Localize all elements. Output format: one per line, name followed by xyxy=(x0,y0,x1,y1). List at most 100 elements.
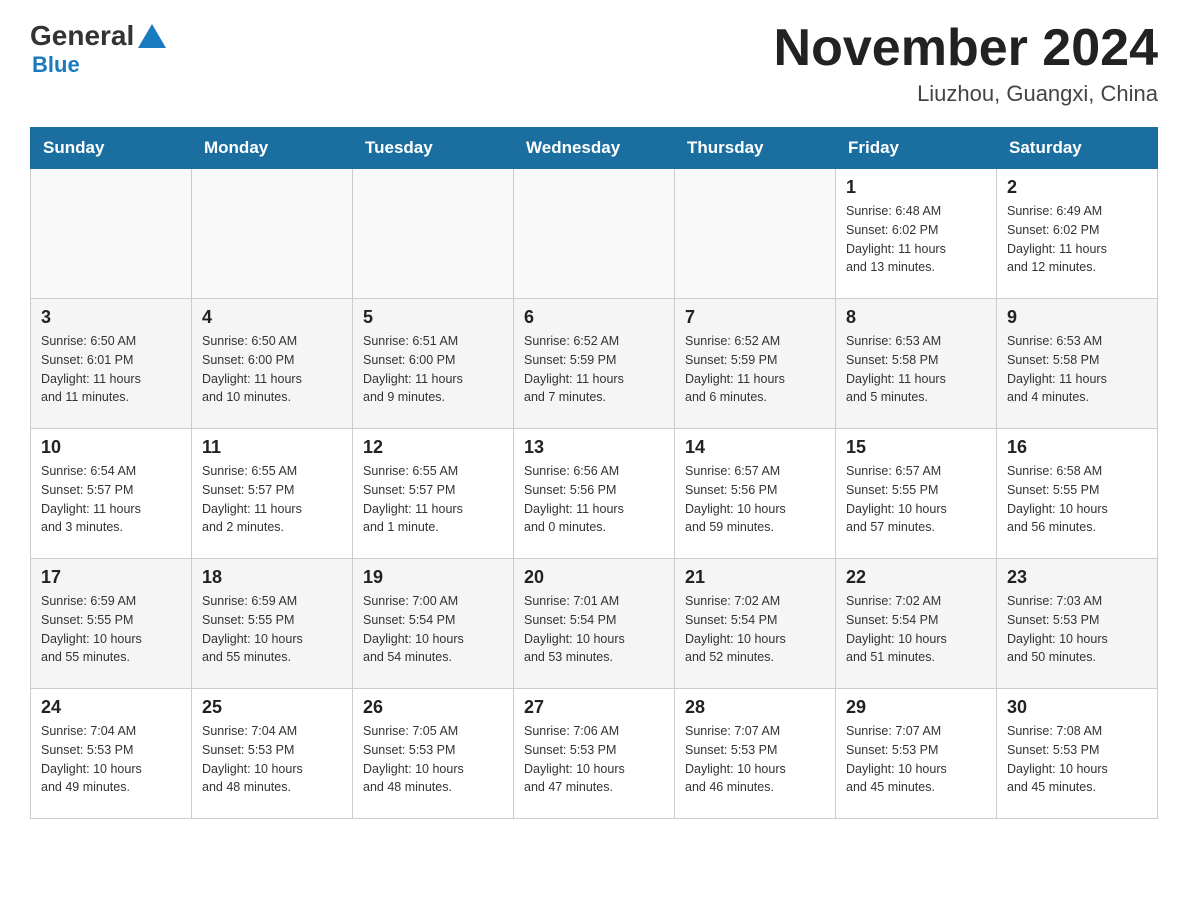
title-block: November 2024 Liuzhou, Guangxi, China xyxy=(774,20,1158,107)
calendar-cell: 8 Sunrise: 6:53 AM Sunset: 5:58 PM Daylig… xyxy=(836,299,997,429)
day-info: Sunrise: 7:03 AM Sunset: 5:53 PM Dayligh… xyxy=(1007,592,1147,667)
calendar-cell: 6Sunrise: 6:52 AM Sunset: 5:59 PM Daylig… xyxy=(514,299,675,429)
calendar-cell: 19 Sunrise: 7:00 AM Sunset: 5:54 PM Dayli… xyxy=(353,559,514,689)
day-number: 26 xyxy=(363,697,503,718)
location-title: Liuzhou, Guangxi, China xyxy=(774,81,1158,107)
calendar-cell: 18 Sunrise: 6:59 AM Sunset: 5:55 PM Dayli… xyxy=(192,559,353,689)
day-number: 20 xyxy=(524,567,664,588)
calendar-cell: 20 Sunrise: 7:01 AM Sunset: 5:54 PM Dayli… xyxy=(514,559,675,689)
day-number: 8 xyxy=(846,307,986,328)
calendar-cell: 25 Sunrise: 7:04 AM Sunset: 5:53 PM Dayli… xyxy=(192,689,353,819)
day-number: 18 xyxy=(202,567,342,588)
calendar-cell: 14Sunrise: 6:57 AM Sunset: 5:56 PM Dayli… xyxy=(675,429,836,559)
day-number: 19 xyxy=(363,567,503,588)
calendar-cell: 28 Sunrise: 7:07 AM Sunset: 5:53 PM Dayli… xyxy=(675,689,836,819)
logo: General Blue xyxy=(30,20,166,78)
calendar-day-header: Friday xyxy=(836,128,997,169)
day-number: 9 xyxy=(1007,307,1147,328)
calendar-cell: 16 Sunrise: 6:58 AM Sunset: 5:55 PM Dayli… xyxy=(997,429,1158,559)
calendar-day-header: Saturday xyxy=(997,128,1158,169)
calendar-cell: 2 Sunrise: 6:49 AM Sunset: 6:02 PM Daylig… xyxy=(997,169,1158,299)
day-number: 21 xyxy=(685,567,825,588)
day-info: Sunrise: 6:59 AM Sunset: 5:55 PM Dayligh… xyxy=(202,592,342,667)
day-number: 7 xyxy=(685,307,825,328)
calendar-cell: 30 Sunrise: 7:08 AM Sunset: 5:53 PM Dayli… xyxy=(997,689,1158,819)
day-number: 29 xyxy=(846,697,986,718)
day-info: Sunrise: 7:05 AM Sunset: 5:53 PM Dayligh… xyxy=(363,722,503,797)
day-info: Sunrise: 7:08 AM Sunset: 5:53 PM Dayligh… xyxy=(1007,722,1147,797)
calendar-header-row: SundayMondayTuesdayWednesdayThursdayFrid… xyxy=(31,128,1158,169)
calendar-cell: 4 Sunrise: 6:50 AM Sunset: 6:00 PM Daylig… xyxy=(192,299,353,429)
calendar-week-row: 17 Sunrise: 6:59 AM Sunset: 5:55 PM Dayli… xyxy=(31,559,1158,689)
calendar-cell: 22Sunrise: 7:02 AM Sunset: 5:54 PM Dayli… xyxy=(836,559,997,689)
calendar-cell: 17 Sunrise: 6:59 AM Sunset: 5:55 PM Dayli… xyxy=(31,559,192,689)
calendar-cell: 21 Sunrise: 7:02 AM Sunset: 5:54 PM Dayli… xyxy=(675,559,836,689)
calendar-cell: 9 Sunrise: 6:53 AM Sunset: 5:58 PM Daylig… xyxy=(997,299,1158,429)
calendar-cell xyxy=(192,169,353,299)
day-number: 16 xyxy=(1007,437,1147,458)
day-number: 27 xyxy=(524,697,664,718)
day-info: Sunrise: 6:48 AM Sunset: 6:02 PM Dayligh… xyxy=(846,202,986,277)
calendar-cell xyxy=(353,169,514,299)
day-number: 14 xyxy=(685,437,825,458)
calendar-day-header: Tuesday xyxy=(353,128,514,169)
calendar-cell: 15Sunrise: 6:57 AM Sunset: 5:55 PM Dayli… xyxy=(836,429,997,559)
calendar-day-header: Thursday xyxy=(675,128,836,169)
calendar-cell: 10Sunrise: 6:54 AM Sunset: 5:57 PM Dayli… xyxy=(31,429,192,559)
day-number: 6 xyxy=(524,307,664,328)
day-info: Sunrise: 6:50 AM Sunset: 6:00 PM Dayligh… xyxy=(202,332,342,407)
day-number: 13 xyxy=(524,437,664,458)
day-number: 3 xyxy=(41,307,181,328)
day-info: Sunrise: 7:04 AM Sunset: 5:53 PM Dayligh… xyxy=(41,722,181,797)
day-number: 17 xyxy=(41,567,181,588)
day-info: Sunrise: 7:02 AM Sunset: 5:54 PM Dayligh… xyxy=(846,592,986,667)
calendar-cell: 13 Sunrise: 6:56 AM Sunset: 5:56 PM Dayli… xyxy=(514,429,675,559)
day-info: Sunrise: 6:56 AM Sunset: 5:56 PM Dayligh… xyxy=(524,462,664,537)
day-number: 11 xyxy=(202,437,342,458)
calendar-day-header: Monday xyxy=(192,128,353,169)
day-info: Sunrise: 7:07 AM Sunset: 5:53 PM Dayligh… xyxy=(846,722,986,797)
calendar-cell: 12Sunrise: 6:55 AM Sunset: 5:57 PM Dayli… xyxy=(353,429,514,559)
calendar-week-row: 10Sunrise: 6:54 AM Sunset: 5:57 PM Dayli… xyxy=(31,429,1158,559)
day-info: Sunrise: 6:59 AM Sunset: 5:55 PM Dayligh… xyxy=(41,592,181,667)
calendar-cell: 26 Sunrise: 7:05 AM Sunset: 5:53 PM Dayli… xyxy=(353,689,514,819)
day-info: Sunrise: 7:06 AM Sunset: 5:53 PM Dayligh… xyxy=(524,722,664,797)
day-number: 12 xyxy=(363,437,503,458)
day-info: Sunrise: 7:00 AM Sunset: 5:54 PM Dayligh… xyxy=(363,592,503,667)
day-info: Sunrise: 6:53 AM Sunset: 5:58 PM Dayligh… xyxy=(846,332,986,407)
day-number: 23 xyxy=(1007,567,1147,588)
day-number: 2 xyxy=(1007,177,1147,198)
day-info: Sunrise: 6:55 AM Sunset: 5:57 PM Dayligh… xyxy=(202,462,342,537)
calendar-cell: 11 Sunrise: 6:55 AM Sunset: 5:57 PM Dayli… xyxy=(192,429,353,559)
day-info: Sunrise: 6:58 AM Sunset: 5:55 PM Dayligh… xyxy=(1007,462,1147,537)
day-info: Sunrise: 7:04 AM Sunset: 5:53 PM Dayligh… xyxy=(202,722,342,797)
calendar-cell: 29 Sunrise: 7:07 AM Sunset: 5:53 PM Dayli… xyxy=(836,689,997,819)
calendar-cell xyxy=(514,169,675,299)
day-number: 25 xyxy=(202,697,342,718)
day-number: 30 xyxy=(1007,697,1147,718)
calendar-day-header: Sunday xyxy=(31,128,192,169)
calendar-week-row: 1 Sunrise: 6:48 AM Sunset: 6:02 PM Daylig… xyxy=(31,169,1158,299)
day-info: Sunrise: 6:49 AM Sunset: 6:02 PM Dayligh… xyxy=(1007,202,1147,277)
calendar-week-row: 24 Sunrise: 7:04 AM Sunset: 5:53 PM Dayli… xyxy=(31,689,1158,819)
day-info: Sunrise: 7:01 AM Sunset: 5:54 PM Dayligh… xyxy=(524,592,664,667)
logo-general-text: General xyxy=(30,20,134,52)
day-info: Sunrise: 7:02 AM Sunset: 5:54 PM Dayligh… xyxy=(685,592,825,667)
day-info: Sunrise: 6:51 AM Sunset: 6:00 PM Dayligh… xyxy=(363,332,503,407)
calendar-cell xyxy=(31,169,192,299)
day-info: Sunrise: 7:07 AM Sunset: 5:53 PM Dayligh… xyxy=(685,722,825,797)
day-info: Sunrise: 6:50 AM Sunset: 6:01 PM Dayligh… xyxy=(41,332,181,407)
day-info: Sunrise: 6:53 AM Sunset: 5:58 PM Dayligh… xyxy=(1007,332,1147,407)
calendar-table: SundayMondayTuesdayWednesdayThursdayFrid… xyxy=(30,127,1158,819)
calendar-cell: 3 Sunrise: 6:50 AM Sunset: 6:01 PM Daylig… xyxy=(31,299,192,429)
month-title: November 2024 xyxy=(774,20,1158,77)
day-number: 5 xyxy=(363,307,503,328)
logo-blue-text: Blue xyxy=(32,52,166,78)
day-number: 1 xyxy=(846,177,986,198)
day-number: 24 xyxy=(41,697,181,718)
calendar-cell xyxy=(675,169,836,299)
logo-triangle-icon xyxy=(138,24,166,48)
day-number: 4 xyxy=(202,307,342,328)
day-number: 28 xyxy=(685,697,825,718)
calendar-cell: 24 Sunrise: 7:04 AM Sunset: 5:53 PM Dayli… xyxy=(31,689,192,819)
